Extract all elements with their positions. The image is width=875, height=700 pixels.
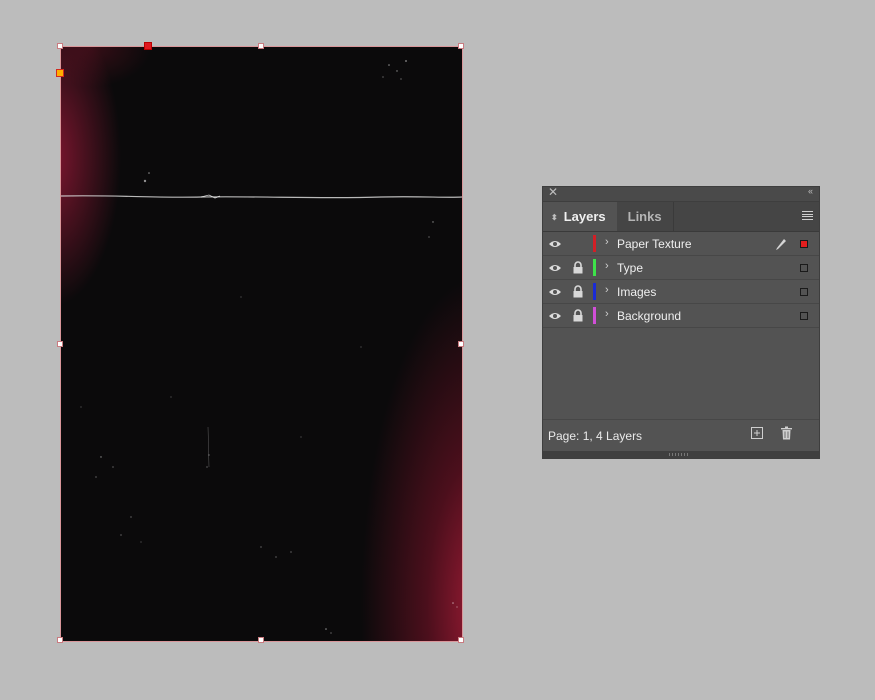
layer-color-swatch xyxy=(593,235,596,252)
panel-title-bar[interactable]: ✕ ‹‹ xyxy=(543,185,819,202)
selection-square[interactable] xyxy=(800,264,808,272)
resize-grip-icon[interactable] xyxy=(669,453,689,456)
reference-point-handle[interactable] xyxy=(56,69,64,77)
lock-icon[interactable] xyxy=(572,309,584,322)
grip-icon: ⬍ xyxy=(551,213,558,222)
lock-icon[interactable] xyxy=(572,261,584,274)
layer-name[interactable]: Type xyxy=(617,261,643,275)
trash-icon[interactable] xyxy=(780,426,793,440)
chevron-right-icon[interactable]: › xyxy=(605,284,609,296)
layer-row-type[interactable]: › Type xyxy=(543,256,819,280)
document-page[interactable] xyxy=(56,42,464,643)
selection-square[interactable] xyxy=(800,312,808,320)
layer-row-images[interactable]: › Images xyxy=(543,280,819,304)
panel-tabs: ⬍ Layers Links xyxy=(543,202,819,232)
close-icon[interactable]: ✕ xyxy=(548,185,558,199)
layer-name[interactable]: Images xyxy=(617,285,656,299)
resize-handle-bottom-right[interactable] xyxy=(458,637,464,643)
panel-footer: Page: 1, 4 Layers xyxy=(543,419,819,450)
resize-handle-top-left[interactable] xyxy=(57,43,63,49)
layer-row-background[interactable]: › Background xyxy=(543,304,819,328)
resize-handle-top-center[interactable] xyxy=(144,42,152,50)
chevron-right-icon[interactable]: › xyxy=(605,308,609,320)
selection-square[interactable] xyxy=(800,240,808,248)
eye-icon[interactable] xyxy=(548,263,562,273)
tab-layers-label: Layers xyxy=(563,209,606,224)
layer-list: › Paper Texture › Type › Images › Backgr… xyxy=(543,232,819,328)
tab-links-label: Links xyxy=(627,209,662,224)
collapse-icon[interactable]: ‹‹ xyxy=(808,186,813,196)
resize-handle-middle-left[interactable] xyxy=(57,341,63,347)
panel-resize-bar[interactable] xyxy=(543,451,819,458)
paper-texture-image xyxy=(61,60,462,634)
layer-name[interactable]: Background xyxy=(617,309,681,323)
layer-color-swatch xyxy=(593,307,596,324)
lock-icon[interactable] xyxy=(572,285,584,298)
resize-handle-bottom-left[interactable] xyxy=(57,637,63,643)
layer-status-text: Page: 1, 4 Layers xyxy=(548,429,643,443)
resize-handle-top-mid[interactable] xyxy=(258,43,264,49)
layer-row-paper-texture[interactable]: › Paper Texture xyxy=(543,232,819,256)
layer-name[interactable]: Paper Texture xyxy=(617,237,692,251)
resize-handle-bottom-center[interactable] xyxy=(258,637,264,643)
layers-panel: ✕ ‹‹ ⬍ Layers Links › Paper Texture › Ty… xyxy=(542,185,820,459)
pen-icon xyxy=(776,239,786,250)
resize-handle-middle-right[interactable] xyxy=(458,341,464,347)
layer-color-swatch xyxy=(593,259,596,276)
resize-handle-top-right[interactable] xyxy=(458,43,464,49)
tab-layers[interactable]: ⬍ Layers xyxy=(543,202,617,231)
eye-icon[interactable] xyxy=(548,311,562,321)
selection-square[interactable] xyxy=(800,288,808,296)
eye-icon[interactable] xyxy=(548,239,562,249)
layer-color-swatch xyxy=(593,283,596,300)
chevron-right-icon[interactable]: › xyxy=(605,236,609,248)
eye-icon[interactable] xyxy=(548,287,562,297)
chevron-right-icon[interactable]: › xyxy=(605,260,609,272)
new-layer-icon[interactable] xyxy=(751,427,763,439)
tab-links[interactable]: Links xyxy=(617,202,674,231)
panel-menu-icon[interactable] xyxy=(802,211,813,220)
